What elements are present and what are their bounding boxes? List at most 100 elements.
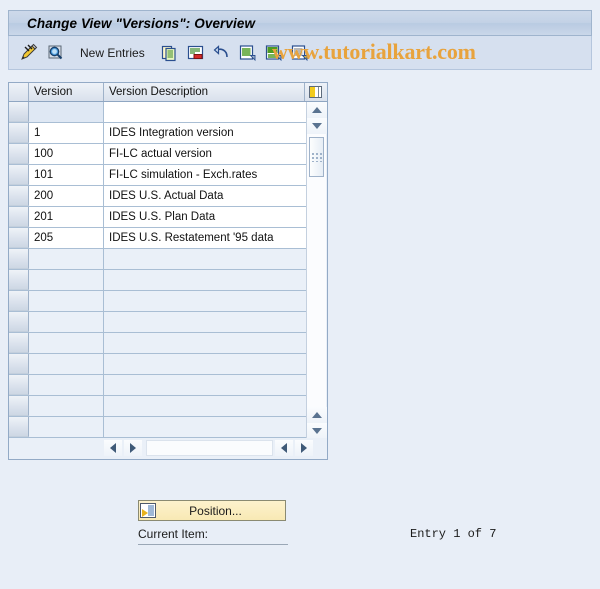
table-settings-button[interactable] xyxy=(305,83,326,101)
scroll-page-left-button[interactable] xyxy=(124,440,142,456)
scroll-page-up-button[interactable] xyxy=(307,118,327,134)
cell-version[interactable] xyxy=(29,102,104,122)
cell-version[interactable] xyxy=(29,375,104,395)
row-select-cell[interactable] xyxy=(9,249,29,269)
cell-version-description[interactable] xyxy=(104,375,306,395)
table-row[interactable] xyxy=(9,375,307,396)
table-row[interactable] xyxy=(9,270,307,291)
cell-version-description[interactable] xyxy=(104,333,306,353)
cell-version-description[interactable] xyxy=(104,291,306,311)
application-toolbar: New Entries xyxy=(8,36,592,70)
scroll-up-button[interactable] xyxy=(307,102,327,118)
row-select-cell[interactable] xyxy=(9,165,29,185)
row-select-cell[interactable] xyxy=(9,333,29,353)
table-row[interactable]: 1 IDES Integration version xyxy=(9,123,307,144)
triangle-right-icon xyxy=(130,443,136,453)
row-select-cell[interactable] xyxy=(9,417,29,437)
cell-version[interactable] xyxy=(29,417,104,437)
hscroll-track[interactable] xyxy=(146,440,273,456)
deselect-all-icon[interactable] xyxy=(289,42,311,64)
cell-version-description[interactable] xyxy=(104,270,306,290)
copy-as-icon[interactable] xyxy=(159,42,181,64)
cell-version-description[interactable] xyxy=(104,249,306,269)
versions-table-panel: Version Version Description 1 IDES Integr… xyxy=(8,82,328,460)
row-select-cell[interactable] xyxy=(9,228,29,248)
row-select-cell[interactable] xyxy=(9,291,29,311)
sap-overview-screen: Change View "Versions": Overview New Ent… xyxy=(0,0,600,589)
row-select-cell[interactable] xyxy=(9,123,29,143)
delete-row-icon[interactable] xyxy=(185,42,207,64)
table-row[interactable] xyxy=(9,102,307,123)
select-block-icon[interactable] xyxy=(263,42,285,64)
cell-version-description[interactable] xyxy=(104,354,306,374)
cell-version[interactable] xyxy=(29,396,104,416)
cell-version[interactable] xyxy=(29,291,104,311)
cell-version-description[interactable]: FI-LC simulation - Exch.rates xyxy=(104,165,306,185)
cell-version[interactable]: 1 xyxy=(29,123,104,143)
cell-version[interactable] xyxy=(29,270,104,290)
cell-version[interactable]: 101 xyxy=(29,165,104,185)
cell-version-description[interactable]: IDES U.S. Plan Data xyxy=(104,207,306,227)
triangle-down-icon xyxy=(312,123,322,129)
cell-version-description[interactable]: IDES Integration version xyxy=(104,123,306,143)
current-item-label: Current Item: xyxy=(138,527,288,545)
undo-icon[interactable] xyxy=(211,42,233,64)
header-select-corner[interactable] xyxy=(9,83,29,101)
cell-version[interactable] xyxy=(29,333,104,353)
table-row[interactable]: 200 IDES U.S. Actual Data xyxy=(9,186,307,207)
table-row[interactable]: 100 FI-LC actual version xyxy=(9,144,307,165)
cell-version-description[interactable] xyxy=(104,396,306,416)
scroll-down-button[interactable] xyxy=(307,423,327,439)
table-row[interactable] xyxy=(9,396,307,417)
row-select-cell[interactable] xyxy=(9,396,29,416)
new-entries-button[interactable]: New Entries xyxy=(80,46,145,60)
position-button[interactable]: Position... xyxy=(138,500,286,521)
cell-version-description[interactable] xyxy=(104,417,306,437)
cell-version[interactable] xyxy=(29,249,104,269)
scroll-bottom-group xyxy=(307,407,327,439)
cell-version[interactable]: 100 xyxy=(29,144,104,164)
scroll-page-right-button[interactable] xyxy=(275,440,293,456)
row-select-cell[interactable] xyxy=(9,207,29,227)
cell-version[interactable] xyxy=(29,354,104,374)
select-all-icon[interactable] xyxy=(237,42,259,64)
row-select-cell[interactable] xyxy=(9,312,29,332)
triangle-up-icon xyxy=(312,412,322,418)
column-header-version-description[interactable]: Version Description xyxy=(104,83,305,101)
table-row[interactable] xyxy=(9,312,307,333)
entry-status-text: Entry 1 of 7 xyxy=(410,527,497,541)
row-select-cell[interactable] xyxy=(9,354,29,374)
column-header-version[interactable]: Version xyxy=(29,83,104,101)
row-select-cell[interactable] xyxy=(9,144,29,164)
cell-version-description[interactable]: IDES U.S. Restatement '95 data xyxy=(104,228,306,248)
scroll-right-button[interactable] xyxy=(295,440,313,456)
table-row[interactable]: 201 IDES U.S. Plan Data xyxy=(9,207,307,228)
triangle-left-icon xyxy=(110,443,116,453)
cell-version-description[interactable]: FI-LC actual version xyxy=(104,144,306,164)
scroll-left-button[interactable] xyxy=(104,440,122,456)
cell-version-description[interactable] xyxy=(104,102,306,122)
row-select-cell[interactable] xyxy=(9,186,29,206)
table-row[interactable] xyxy=(9,333,307,354)
table-horizontal-scrollbar[interactable] xyxy=(9,438,327,458)
table-vertical-scrollbar[interactable] xyxy=(306,102,327,439)
cell-version[interactable]: 200 xyxy=(29,186,104,206)
table-row[interactable] xyxy=(9,249,307,270)
cell-version[interactable]: 201 xyxy=(29,207,104,227)
row-select-cell[interactable] xyxy=(9,102,29,122)
scroll-thumb[interactable] xyxy=(309,137,324,177)
table-row[interactable] xyxy=(9,417,307,438)
cell-version[interactable] xyxy=(29,312,104,332)
table-row[interactable]: 101 FI-LC simulation - Exch.rates xyxy=(9,165,307,186)
table-row[interactable] xyxy=(9,291,307,312)
display-change-icon[interactable] xyxy=(18,42,40,64)
cell-version[interactable]: 205 xyxy=(29,228,104,248)
scroll-page-down-button[interactable] xyxy=(307,407,327,423)
cell-version-description[interactable] xyxy=(104,312,306,332)
row-select-cell[interactable] xyxy=(9,270,29,290)
table-row[interactable]: 205 IDES U.S. Restatement '95 data xyxy=(9,228,307,249)
row-select-cell[interactable] xyxy=(9,375,29,395)
cell-version-description[interactable]: IDES U.S. Actual Data xyxy=(104,186,306,206)
table-row[interactable] xyxy=(9,354,307,375)
details-magnifier-icon[interactable] xyxy=(44,42,66,64)
